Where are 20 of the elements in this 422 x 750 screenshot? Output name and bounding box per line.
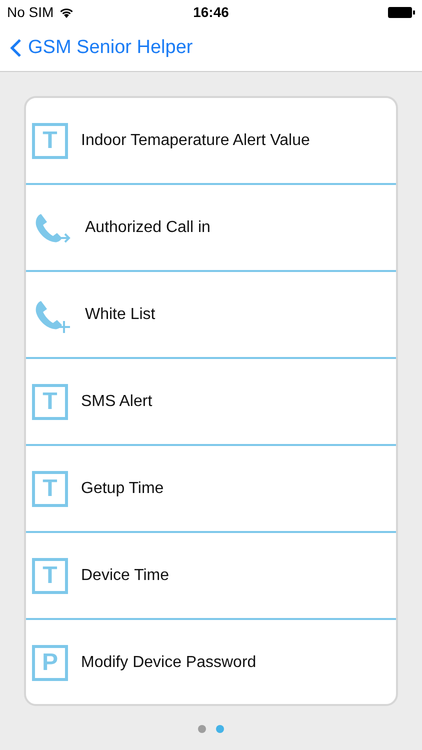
letter-icon: P <box>32 644 68 680</box>
letter-icon: T <box>32 384 68 420</box>
clock-text: 16:46 <box>193 4 229 20</box>
back-button[interactable]: GSM Senior Helper <box>10 36 193 58</box>
page-dot[interactable] <box>198 725 206 733</box>
page-dot[interactable] <box>216 725 224 733</box>
letter-icon: T <box>32 470 68 506</box>
menu-item[interactable]: T Getup Time <box>26 446 396 533</box>
chevron-left-icon <box>10 38 22 58</box>
letter-icon: T <box>32 558 68 594</box>
menu-item[interactable]: T SMS Alert <box>26 359 396 446</box>
battery-icon <box>388 6 415 18</box>
menu-item[interactable]: T Indoor Temaperature Alert Value <box>26 98 396 185</box>
menu-item[interactable]: T Device Time <box>26 533 396 620</box>
wifi-icon <box>58 6 74 18</box>
menu-item[interactable]: Authorized Call in <box>26 185 396 272</box>
menu-item[interactable]: White List <box>26 272 396 359</box>
letter-icon: T <box>32 122 68 158</box>
carrier-text: No SIM <box>7 4 54 20</box>
menu-item[interactable]: P Modify Device Password <box>26 620 396 704</box>
